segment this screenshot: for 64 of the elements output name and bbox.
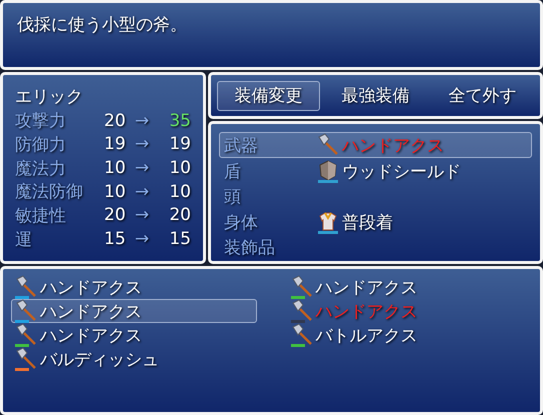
- item-name: ハンドアクス: [316, 276, 418, 298]
- stat-label: 魔法力: [15, 158, 67, 180]
- axe-icon: [14, 275, 38, 299]
- slot-label: 頭: [224, 186, 242, 208]
- item-name: バルディッシュ: [40, 348, 159, 370]
- arrow-icon: →: [126, 205, 158, 226]
- item-entry[interactable]: ハンドアクス: [11, 275, 256, 299]
- arrow-icon: →: [126, 110, 158, 131]
- command-button[interactable]: 装備変更: [217, 80, 320, 110]
- slot-label: 身体: [224, 212, 259, 234]
- item-name: ハンドアクス: [316, 300, 418, 322]
- item-name: ハンドアクス: [40, 324, 142, 346]
- stat-new: 10: [168, 182, 191, 202]
- stat-current: 20: [103, 110, 126, 131]
- stat-current: 20: [103, 205, 126, 226]
- equip-slot[interactable]: 盾 ウッドシールド: [219, 158, 532, 184]
- item-entry[interactable]: ハンドアクス: [286, 275, 532, 299]
- stat-new: 20: [168, 205, 191, 226]
- stat-label: 魔法防御: [15, 181, 84, 204]
- arrow-icon: →: [126, 134, 158, 154]
- equip-slot[interactable]: 身体 普段着: [219, 209, 532, 235]
- equipped-item: ウッドシールド: [342, 160, 461, 182]
- item-entry[interactable]: バルディッシュ: [11, 347, 256, 371]
- item-entry[interactable]: ハンドアクス: [11, 323, 256, 347]
- slot-label: 装飾品: [224, 237, 276, 259]
- item-entry[interactable]: ハンドアクス: [11, 299, 256, 323]
- actor-name: エリック: [15, 86, 83, 108]
- stat-current: 10: [103, 182, 126, 202]
- stat-current: 15: [103, 229, 126, 250]
- axe-icon: [14, 299, 38, 323]
- item-entry[interactable]: バトルアクス: [286, 323, 532, 347]
- stat-label: 運: [15, 228, 33, 251]
- axe-icon: [290, 275, 314, 299]
- stat-new: 19: [168, 134, 191, 154]
- stat-new: 35: [168, 110, 191, 131]
- axe-icon: [290, 299, 314, 323]
- arrow-icon: →: [126, 158, 158, 178]
- shirt-icon: [316, 210, 340, 234]
- command-button[interactable]: 全て外す: [431, 80, 534, 110]
- equipped-item: 普段着: [342, 212, 393, 234]
- stat-current: 19: [103, 134, 126, 154]
- stat-current: 10: [103, 158, 126, 178]
- item-description: 伐採に使う小型の斧。: [17, 15, 187, 35]
- equip-slot[interactable]: 装飾品: [219, 235, 532, 260]
- axe-icon: [316, 133, 340, 157]
- item-name: ハンドアクス: [40, 276, 142, 298]
- equip-slot[interactable]: 頭: [219, 184, 532, 209]
- arrow-icon: →: [126, 182, 158, 202]
- axe-icon: [290, 323, 314, 347]
- slot-label: 盾: [224, 160, 242, 182]
- slot-label: 武器: [224, 134, 259, 156]
- axe-icon: [14, 347, 38, 371]
- stat-new: 15: [168, 229, 191, 250]
- stat-new: 10: [168, 158, 191, 178]
- item-name: バトルアクス: [316, 324, 418, 346]
- shield-icon: [316, 159, 340, 183]
- command-button[interactable]: 最強装備: [324, 80, 427, 110]
- item-name: ハンドアクス: [40, 300, 142, 322]
- equipped-item: ハンドアクス: [342, 134, 444, 156]
- axe-icon: [14, 323, 38, 347]
- arrow-icon: →: [126, 229, 158, 250]
- stat-label: 攻撃力: [15, 110, 67, 132]
- stat-label: 敏捷性: [15, 204, 67, 227]
- stat-label: 防御力: [15, 134, 67, 156]
